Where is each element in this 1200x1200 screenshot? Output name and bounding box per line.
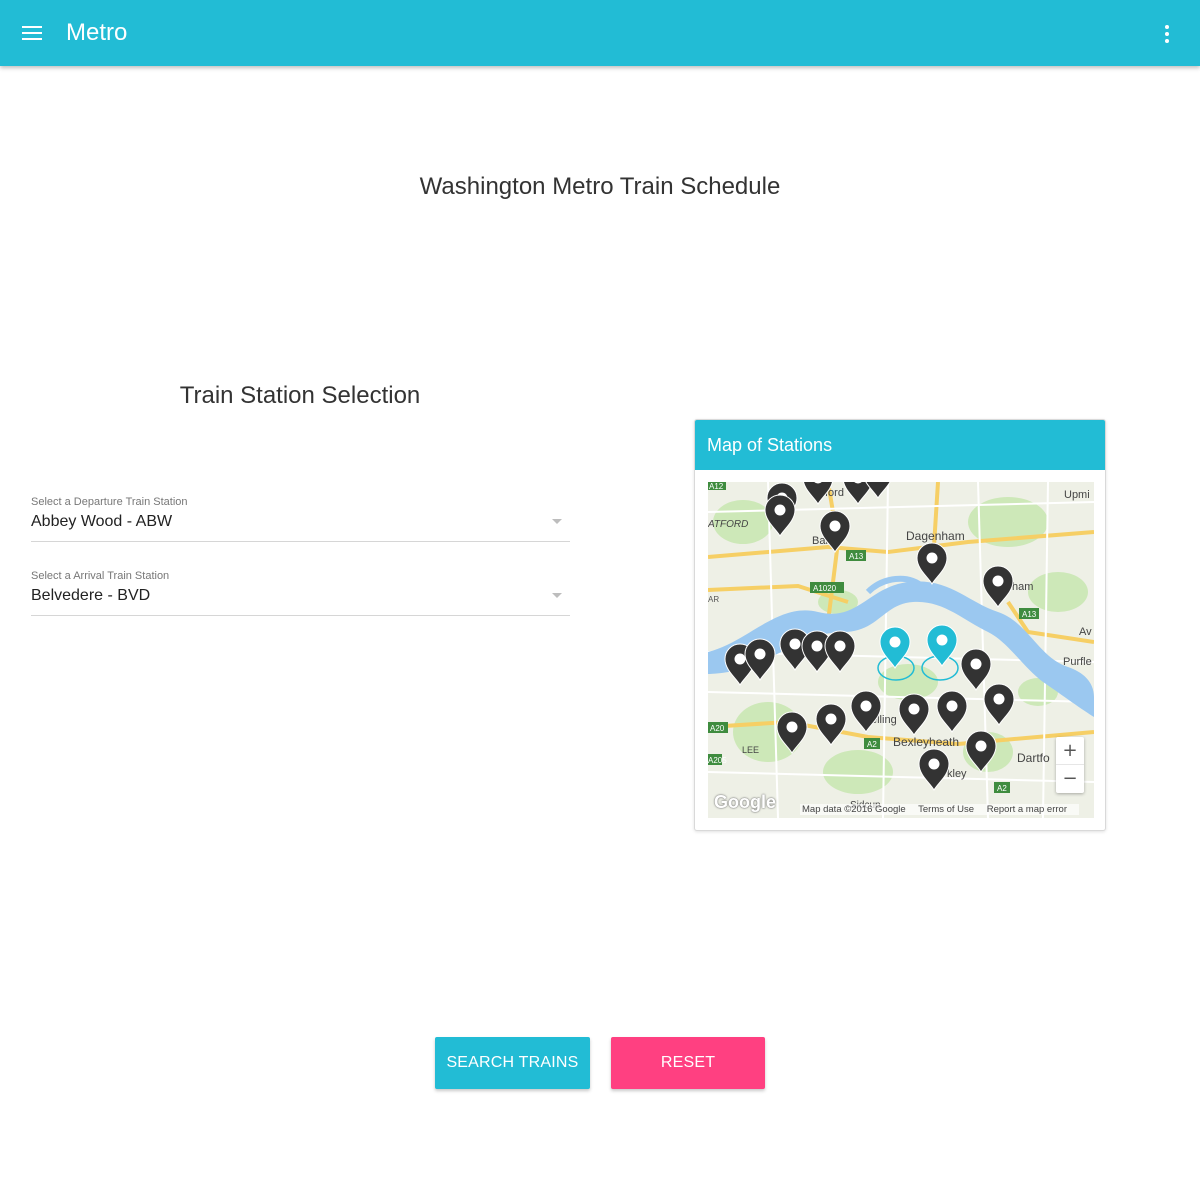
place-label: Upmi xyxy=(1064,489,1090,501)
departure-station-select[interactable]: Select a Departure Train Station Abbey W… xyxy=(31,496,570,542)
menu-icon[interactable] xyxy=(22,24,42,40)
station-marker[interactable] xyxy=(983,683,1015,727)
station-marker[interactable] xyxy=(936,690,968,734)
place-label: Dartfo xyxy=(1017,751,1050,765)
station-marker[interactable] xyxy=(824,630,856,674)
arrival-station-value: Belvedere - BVD xyxy=(31,587,151,604)
road-label: A2 xyxy=(867,740,877,749)
zoom-out-button[interactable]: − xyxy=(1056,765,1084,793)
dropdown-arrow-icon xyxy=(552,593,562,598)
app-title: Metro xyxy=(66,19,128,46)
zoom-control: + − xyxy=(1056,737,1084,793)
station-marker[interactable] xyxy=(918,748,950,792)
place-label: ham xyxy=(1012,581,1033,593)
search-trains-button[interactable]: SEARCH TRAINS xyxy=(435,1037,590,1089)
more-vert-icon[interactable] xyxy=(1158,22,1176,46)
station-marker[interactable] xyxy=(898,693,930,737)
arrival-station-label: Select a Arrival Train Station xyxy=(31,570,170,582)
road-label: A1020 xyxy=(813,584,837,593)
arrival-station-select[interactable]: Select a Arrival Train Station Belvedere… xyxy=(31,570,570,616)
place-label: Bexleyheath xyxy=(893,735,959,749)
page-title: Washington Metro Train Schedule xyxy=(419,173,781,200)
station-map[interactable]: Dagenham Bexleyheath Dartfo Purfle Upmi … xyxy=(708,482,1094,818)
station-marker[interactable] xyxy=(916,542,948,586)
map-card-title: Map of Stations xyxy=(707,435,833,455)
departure-station-value: Abbey Wood - ABW xyxy=(31,513,173,530)
place-label: LEE xyxy=(742,745,759,755)
section-title: Train Station Selection xyxy=(179,382,421,409)
reset-button[interactable]: RESET xyxy=(611,1037,765,1089)
road-label: AR xyxy=(708,595,719,604)
station-marker[interactable] xyxy=(744,638,776,682)
road-label: A205 xyxy=(708,756,727,765)
road-label: A13 xyxy=(1022,610,1037,619)
place-label: kley xyxy=(947,768,967,780)
google-logo: Google xyxy=(714,792,776,812)
map-canvas[interactable]: Dagenham Bexleyheath Dartfo Purfle Upmi … xyxy=(708,482,1094,818)
station-marker[interactable] xyxy=(982,565,1014,609)
station-marker[interactable] xyxy=(815,703,847,747)
terms-of-use-link[interactable]: Terms of Use xyxy=(918,804,974,815)
departure-station-label: Select a Departure Train Station xyxy=(31,496,188,508)
map-attribution: Map data ©2016 Google Terms of Use Repor… xyxy=(800,804,1079,815)
zoom-in-button[interactable]: + xyxy=(1056,737,1084,765)
road-label: A13 xyxy=(849,552,864,561)
place-label: Dagenham xyxy=(906,529,965,543)
place-label: Av xyxy=(1079,626,1092,638)
station-marker[interactable] xyxy=(960,648,992,692)
app-bar: Metro xyxy=(0,0,1200,66)
place-label: ATFORD xyxy=(708,519,748,530)
dropdown-arrow-icon xyxy=(552,519,562,524)
report-map-error-link[interactable]: Report a map error xyxy=(987,804,1067,815)
road-label: A12 xyxy=(709,482,724,491)
place-label: Purfle xyxy=(1063,656,1092,668)
map-data-text: Map data ©2016 Google xyxy=(802,804,906,815)
road-label: A20 xyxy=(710,724,725,733)
map-card-header: Map of Stations xyxy=(695,420,1105,470)
road-label: A2 xyxy=(997,784,1007,793)
map-card: Map of Stations Dagenham Bexleyheath Dar… xyxy=(694,419,1106,831)
